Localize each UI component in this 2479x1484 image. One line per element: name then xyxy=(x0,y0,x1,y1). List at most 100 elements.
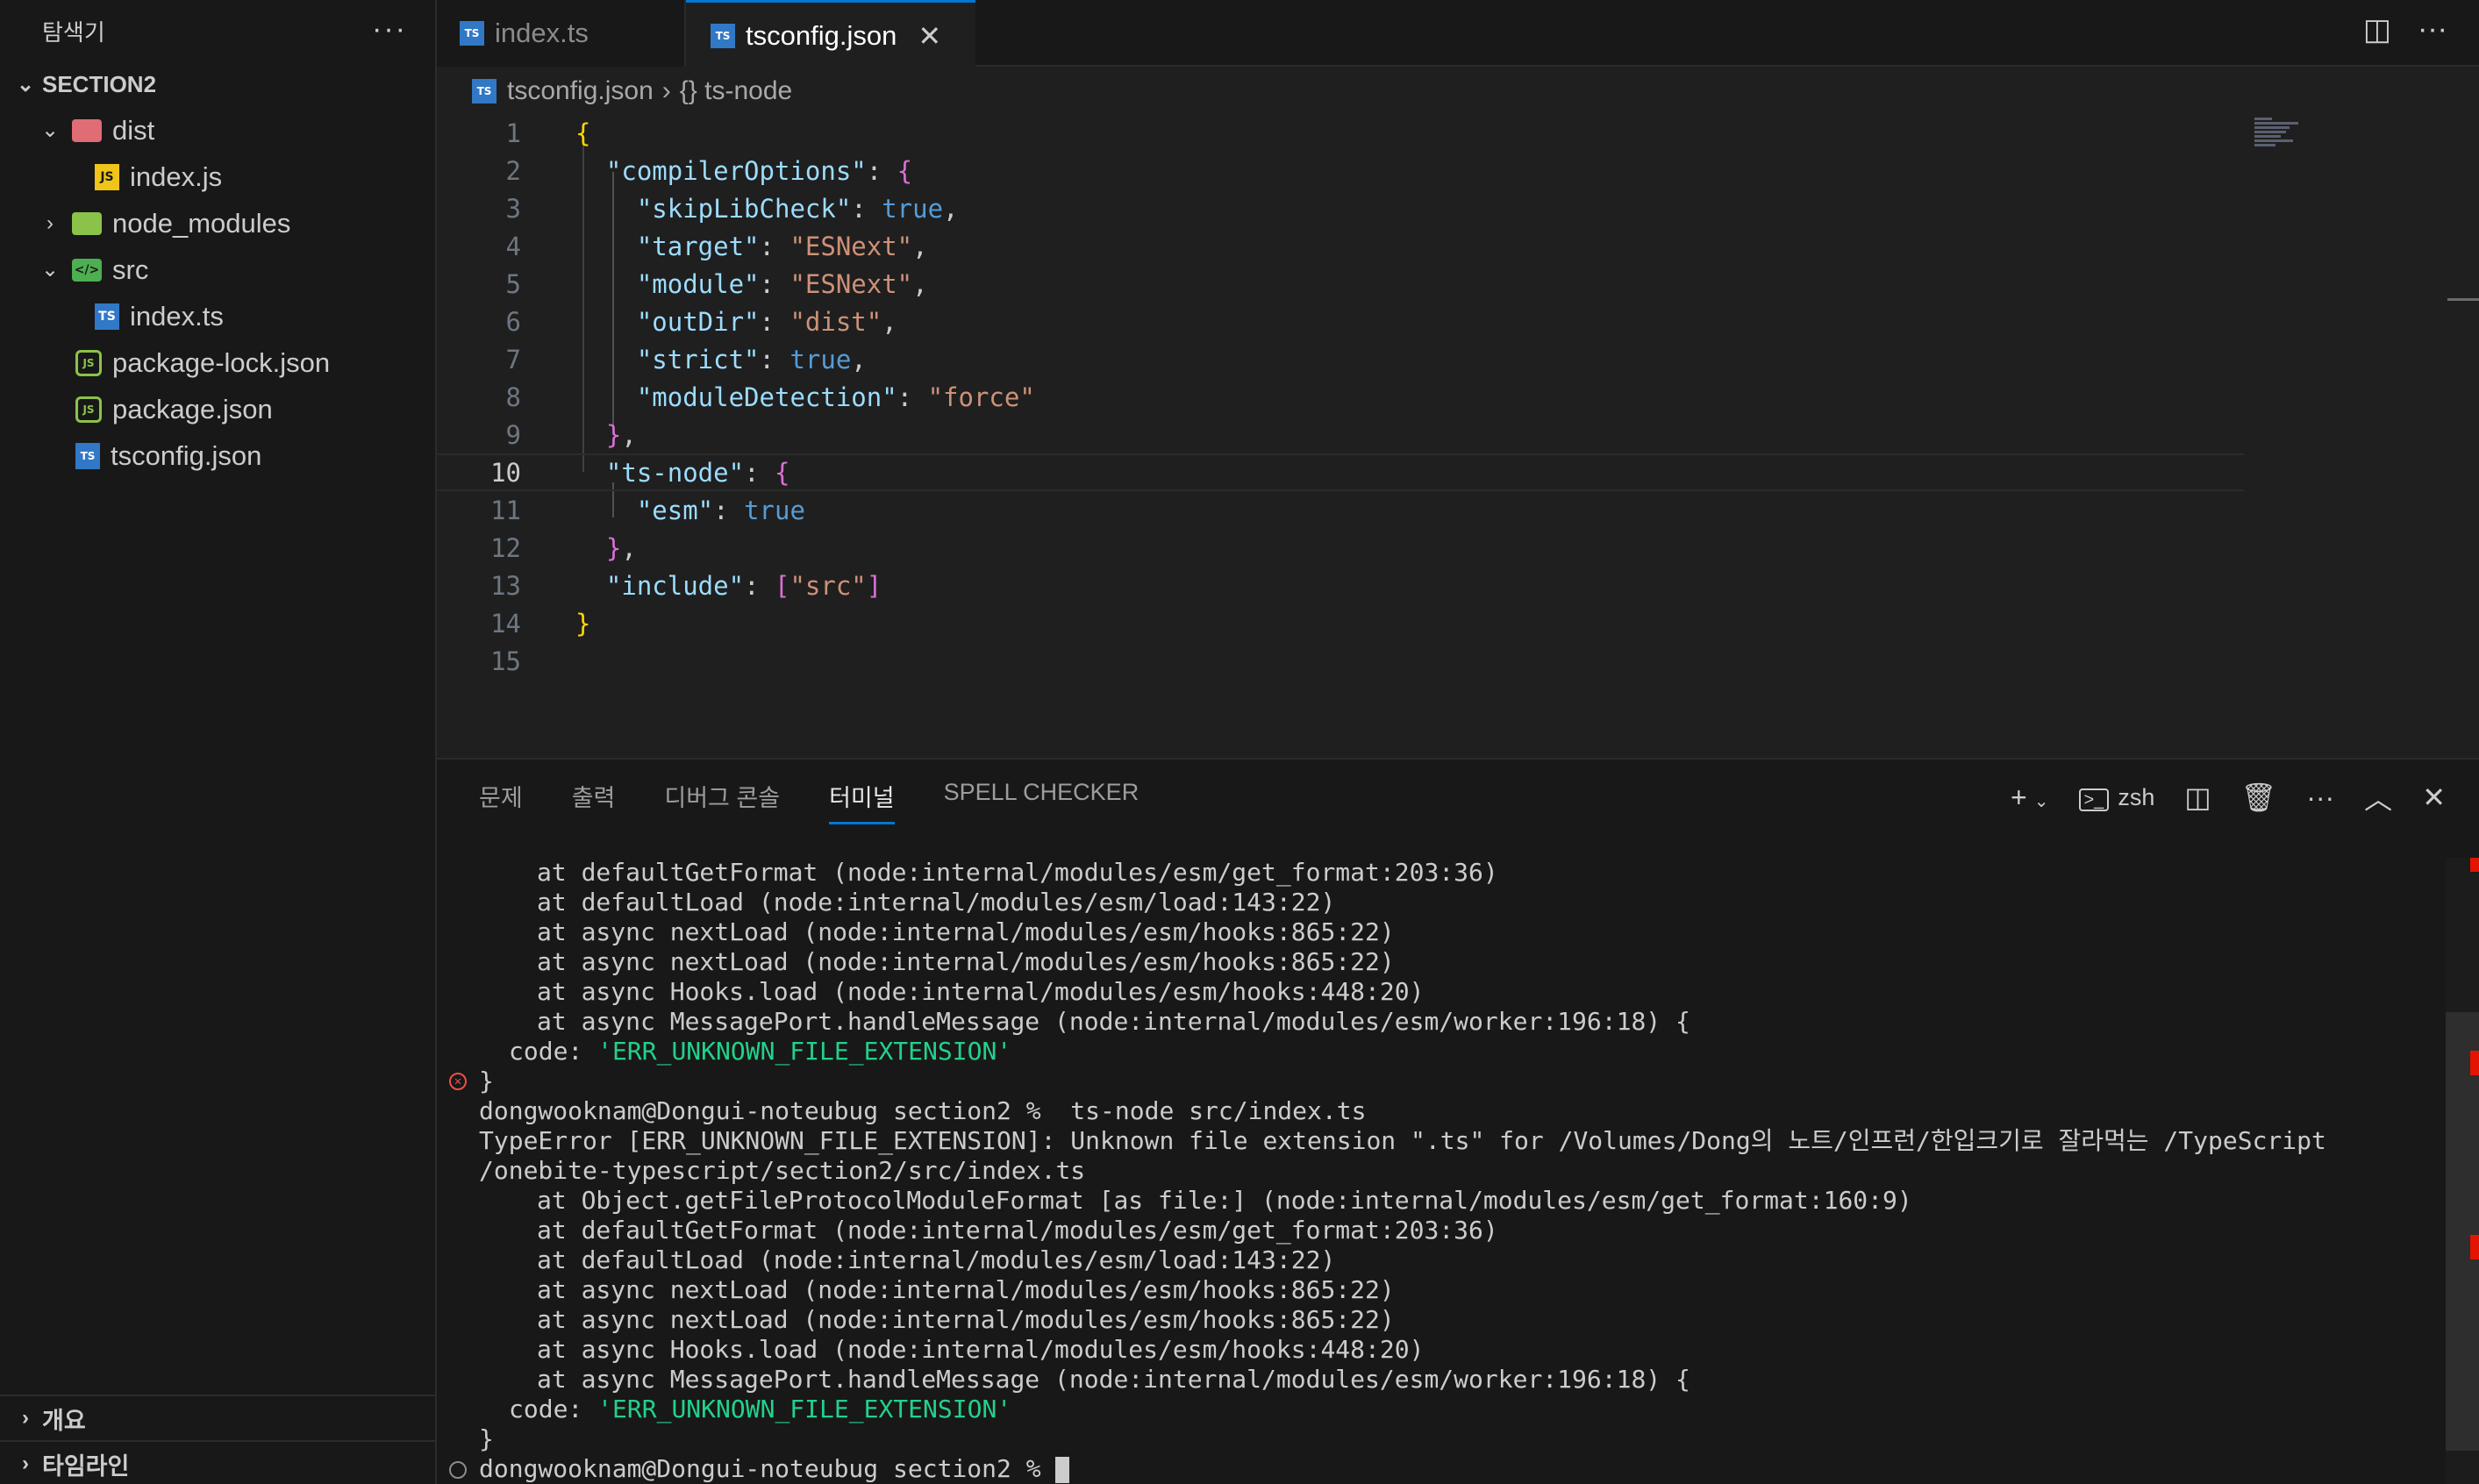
explorer-sidebar: 탐색기 ··· ⌄ SECTION2 ⌄ dist JS index.js › … xyxy=(0,0,437,1484)
timeline-section[interactable]: › 타임라인 xyxy=(0,1440,437,1484)
close-icon[interactable]: ✕ xyxy=(918,19,941,53)
editor-tabbar: TS index.ts TS tsconfig.json ✕ ◫ ··· xyxy=(437,0,2479,68)
tree-item-tsconfig[interactable]: TS tsconfig.json xyxy=(0,432,435,479)
tree-item-package-lock[interactable]: JS package-lock.json xyxy=(0,339,435,386)
code-line: 6 "outDir": "dist", xyxy=(437,303,2244,340)
split-terminal-icon[interactable]: ◫ xyxy=(2184,781,2211,814)
tree-item-package-json[interactable]: JS package.json xyxy=(0,386,435,432)
tree-item-node-modules[interactable]: › node_modules xyxy=(0,200,435,246)
tab-spell-checker[interactable]: SPELL CHECKER xyxy=(944,779,1139,824)
code-line: 4 "target": "ESNext", xyxy=(437,227,2244,265)
tree-item-label: package.json xyxy=(112,393,273,425)
tsconfig-icon: TS xyxy=(472,79,497,103)
line-number: 2 xyxy=(505,155,521,186)
tab-index-ts[interactable]: TS index.ts xyxy=(437,0,686,67)
terminal-line: at async MessagePort.handleMessage (node… xyxy=(537,1007,1690,1036)
code-text: "ts-node": { xyxy=(605,457,790,488)
code-line: 7 "strict": true, xyxy=(437,340,2244,378)
tree-item-index-js[interactable]: JS index.js xyxy=(0,153,435,200)
code-text: "moduleDetection": "force" xyxy=(636,382,1035,412)
chevron-right-icon: › xyxy=(22,1406,29,1430)
tab-tsconfig-json[interactable]: TS tsconfig.json ✕ xyxy=(686,0,975,68)
terminal-prompt-line: dongwooknam@Dongui-noteubug section2 % xyxy=(479,1454,1070,1484)
trash-icon[interactable]: 🗑 xyxy=(2241,781,2277,814)
terminal-line: at defaultLoad (node:internal/modules/es… xyxy=(537,1245,1336,1274)
line-number: 9 xyxy=(505,419,521,450)
line-number: 11 xyxy=(490,495,521,525)
tree-item-label: index.ts xyxy=(130,300,224,332)
code-line: 15 xyxy=(437,642,2244,680)
bottom-panel: 문제 출력 디버그 콘솔 터미널 SPELL CHECKER + ⌄ >_ zsh … xyxy=(437,758,2479,1484)
scrollbar-thumb[interactable] xyxy=(2446,1012,2479,1451)
js-file-icon: JS xyxy=(95,163,119,190)
line-number: 12 xyxy=(490,532,521,563)
tree-item-dist[interactable]: ⌄ dist xyxy=(0,107,435,153)
tree-item-src[interactable]: ⌄ </> src xyxy=(0,246,435,293)
explorer-more-icon[interactable]: ··· xyxy=(372,12,407,46)
line-number: 3 xyxy=(505,193,521,224)
terminal-line: at async Hooks.load (node:internal/modul… xyxy=(537,1335,1425,1364)
breadcrumb-symbol[interactable]: {} ts-node xyxy=(680,76,792,106)
code-line: 12 }, xyxy=(437,529,2244,567)
explorer-title: 탐색기 xyxy=(42,18,105,46)
minimap[interactable] xyxy=(2254,118,2307,161)
tab-terminal[interactable]: 터미널 xyxy=(829,779,895,824)
line-number: 5 xyxy=(505,268,521,299)
code-line: 1 { xyxy=(437,114,2244,152)
new-terminal-icon[interactable]: + ⌄ xyxy=(2011,781,2048,814)
maximize-panel-icon[interactable]: ︿ xyxy=(2364,777,2392,817)
split-editor-icon[interactable]: ◫ xyxy=(2363,12,2391,47)
prompt-status-icon[interactable] xyxy=(449,1461,467,1479)
more-actions-icon[interactable]: ··· xyxy=(2306,781,2334,814)
tree-item-label: node_modules xyxy=(112,207,291,239)
close-panel-icon[interactable]: ✕ xyxy=(2422,781,2446,814)
code-text: }, xyxy=(605,419,637,450)
error-marker xyxy=(2470,858,2479,872)
code-editor[interactable]: 1 { 2 "compilerOptions": { 3 "skipLibChe… xyxy=(437,114,2479,758)
code-text: }, xyxy=(605,532,637,563)
tab-label: index.ts xyxy=(495,18,589,48)
error-status-icon[interactable]: ✕ xyxy=(449,1073,467,1090)
node-json-icon: JS xyxy=(75,349,102,376)
shell-name: zsh xyxy=(2118,783,2155,810)
code-text: "outDir": "dist", xyxy=(636,306,897,337)
line-number: 15 xyxy=(490,646,521,676)
breadcrumb-file[interactable]: tsconfig.json xyxy=(507,76,654,106)
terminal-output[interactable]: at defaultGetFormat (node:internal/modul… xyxy=(437,858,2446,1484)
timeline-label: 타임라인 xyxy=(42,1452,130,1480)
code-line: 11 "esm": true xyxy=(437,491,2244,529)
folder-dist-icon xyxy=(72,118,102,142)
panel-tabs: 문제 출력 디버그 콘솔 터미널 SPELL CHECKER xyxy=(479,779,1139,824)
chevron-right-icon: › xyxy=(46,210,54,235)
line-number: 8 xyxy=(505,382,521,412)
tree-item-label: package-lock.json xyxy=(112,346,331,378)
more-actions-icon[interactable]: ··· xyxy=(2418,12,2447,47)
folder-src-icon: </> xyxy=(72,258,102,282)
line-number: 6 xyxy=(505,306,521,337)
outline-section[interactable]: › 개요 xyxy=(0,1395,437,1440)
code-line: 2 "compilerOptions": { xyxy=(437,152,2244,189)
tab-problems[interactable]: 문제 xyxy=(479,779,523,824)
terminal-line: /onebite-typescript/section2/src/index.t… xyxy=(479,1156,1086,1185)
terminal-line: at async nextLoad (node:internal/modules… xyxy=(537,1305,1395,1334)
terminal-scrollbar[interactable] xyxy=(2446,858,2479,1484)
tab-debug-console[interactable]: 디버그 콘솔 xyxy=(664,779,780,824)
explorer-header: 탐색기 ··· xyxy=(0,0,435,61)
tree-item-label: src xyxy=(112,253,149,285)
code-line: 3 "skipLibCheck": true, xyxy=(437,189,2244,227)
line-number: 1 xyxy=(505,118,521,148)
tree-item-index-ts[interactable]: TS index.ts xyxy=(0,293,435,339)
line-number: 13 xyxy=(490,570,521,601)
tab-output[interactable]: 출력 xyxy=(572,779,616,824)
terminal-error-code: 'ERR_UNKNOWN_FILE_EXTENSION' xyxy=(597,1037,1012,1066)
tree-item-label: dist xyxy=(112,114,155,146)
editor-scrollbar[interactable] xyxy=(2447,298,2479,301)
tsconfig-icon: TS xyxy=(711,23,735,48)
tree-item-label: tsconfig.json xyxy=(111,439,262,471)
ts-file-icon: TS xyxy=(95,303,119,330)
code-line: 9 }, xyxy=(437,416,2244,453)
tsconfig-icon: TS xyxy=(75,442,100,469)
workspace-section[interactable]: ⌄ SECTION2 xyxy=(0,61,435,107)
terminal-shell-selector[interactable]: >_ zsh xyxy=(2078,783,2155,811)
error-marker xyxy=(2470,1235,2479,1259)
